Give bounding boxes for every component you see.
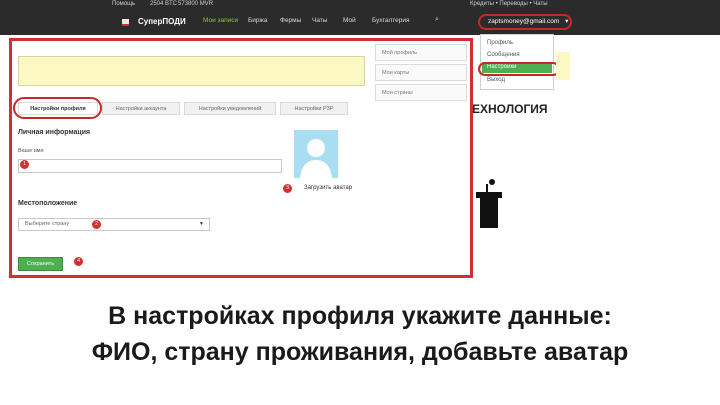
basic-info-title: Личная информация [18,129,91,136]
marker-4: 4 [74,257,83,266]
search-icon[interactable]: ⌕ [435,16,439,24]
avatar-placeholder[interactable] [294,130,338,178]
tab-notification-settings[interactable]: Настройки уведомлений [184,102,276,115]
tech-heading: ЕХНОЛОГИЯ [472,102,548,116]
btc-balance: 2504 BTC [150,1,178,7]
marker-2: 2 [92,220,101,229]
chevron-down-icon: ▾ [565,18,569,25]
upload-avatar-link[interactable]: Загрузить аватар [304,185,352,191]
side-menu-my-profile[interactable]: Мой профиль [375,44,467,61]
top-navigation-bar: Помощь 2504 BTC 573800 MVR Кредиты • Пер… [0,0,720,35]
name-input[interactable] [18,159,282,173]
dropdown-item-profile[interactable]: Профиль [487,40,513,46]
country-select-value: Выберите страну [25,221,70,227]
dropdown-item-logout[interactable]: Выход [487,77,505,83]
marker-3: 3 [283,184,292,193]
info-banner [18,56,365,86]
marker-1: 1 [20,160,29,169]
chevron-down-icon: ▼ [199,221,204,227]
speaker-podium-icon [476,179,502,228]
nav-item-farms[interactable]: Фермы [280,17,301,24]
nav-item-exchange[interactable]: Биржа [248,17,267,24]
profile-side-menu: Мой профиль Мои карты Мои страны [375,44,467,104]
tab-account-settings[interactable]: Настройки аккаунта [102,102,180,115]
site-logo[interactable]: СуперПОДИ [138,17,186,26]
top-right-links[interactable]: Кредиты • Переводы • Чаты [470,1,548,7]
right-banner [556,52,570,80]
side-menu-my-countries[interactable]: Мои страны [375,84,467,101]
mvr-balance: 573800 MVR [178,1,214,7]
nav-item-chats[interactable]: Чаты [312,17,327,24]
location-title: Местоположение [18,200,78,207]
help-link[interactable]: Помощь [112,1,135,7]
tab-rzr-settings[interactable]: Настройки РЗР [280,102,348,115]
account-menu-button[interactable]: zaptsmoney@gmail.com ▾ [478,14,572,30]
nav-item-my[interactable]: Мой [343,17,356,24]
dropdown-item-messages[interactable]: Сообщения [487,52,520,58]
caption-line-1: В настройках профиля укажите данные: [108,302,612,330]
name-label: Ваше имя [18,148,44,154]
instruction-caption: В настройках профиля укажите данные: ФИО… [0,298,720,370]
caption-line-2: ФИО, страну проживания, добавьте аватар [91,338,629,366]
side-menu-my-cards[interactable]: Мои карты [375,64,467,81]
nav-item-accounting[interactable]: Бухгалтерия [372,17,410,24]
profile-settings-panel: Мой профиль Мои карты Мои страны Настрой… [9,38,473,278]
settings-highlight-ring [478,62,560,76]
nav-item-my-records[interactable]: Мои записи [203,17,238,24]
country-select[interactable]: Выберите страну ▼ [18,218,210,231]
account-email: zaptsmoney@gmail.com [488,18,560,25]
profile-tab-highlight-ring [13,97,102,119]
save-button[interactable]: Сохранить [18,257,63,271]
main-nav: СуперПОДИ Мои записи Биржа Фермы Чаты Мо… [0,16,720,29]
